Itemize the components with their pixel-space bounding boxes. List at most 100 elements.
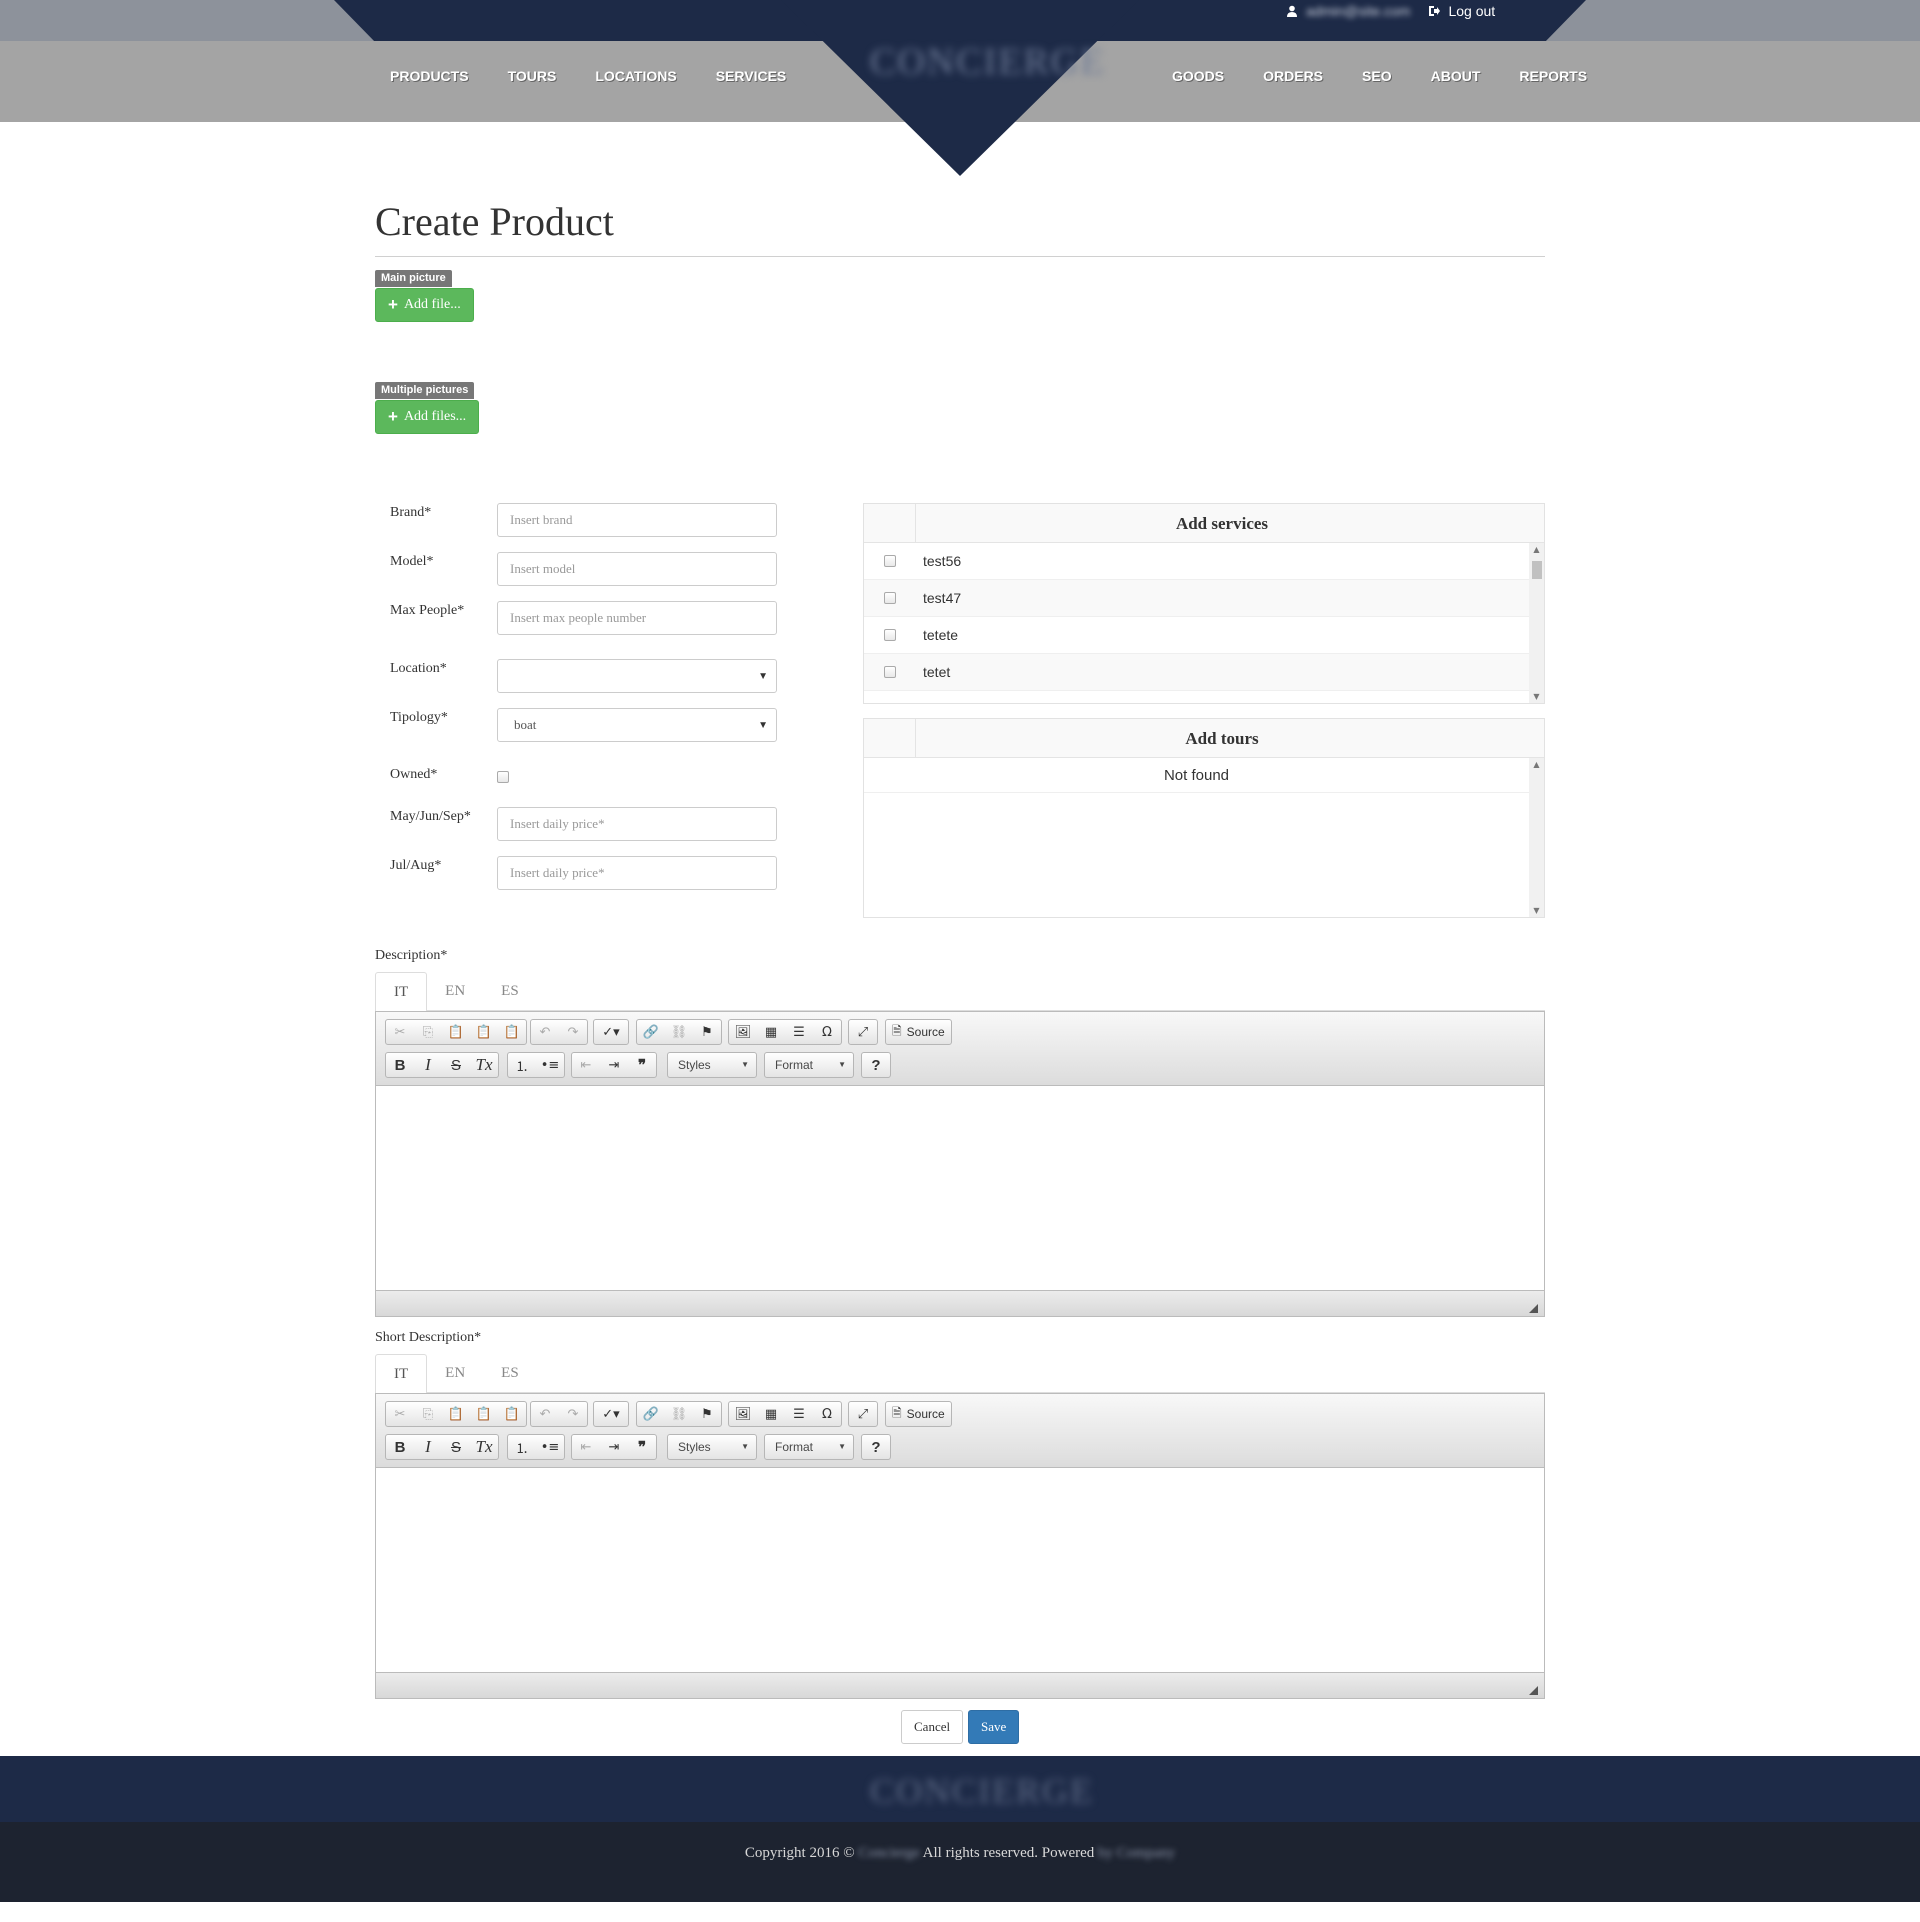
tours-scrollbar[interactable]: ▲ ▼ <box>1529 758 1544 917</box>
italic-icon[interactable]: I <box>414 1435 442 1459</box>
nav-goods[interactable]: GOODS <box>1172 68 1224 84</box>
short-description-text-area[interactable] <box>376 1468 1544 1667</box>
unlink-icon[interactable]: ⛓ <box>665 1020 693 1044</box>
nav-about[interactable]: ABOUT <box>1431 68 1481 84</box>
source-button[interactable]: 🗎 Source <box>885 1019 952 1045</box>
tab-it[interactable]: IT <box>375 972 428 1012</box>
paste-text-icon[interactable]: 📋 <box>470 1402 498 1426</box>
paste-icon[interactable]: 📋 <box>442 1020 470 1044</box>
scroll-up-icon[interactable]: ▲ <box>1529 760 1544 769</box>
scroll-down-icon[interactable]: ▼ <box>1529 692 1544 701</box>
help-icon[interactable]: ? <box>862 1435 890 1459</box>
horizontal-rule-icon[interactable]: ☰ <box>785 1402 813 1426</box>
cut-icon[interactable]: ✂ <box>386 1020 414 1044</box>
undo-icon[interactable]: ↶ <box>531 1020 559 1044</box>
link-icon[interactable]: 🔗 <box>637 1402 665 1426</box>
scroll-thumb[interactable] <box>1532 561 1542 579</box>
image-icon[interactable]: 🖼 <box>729 1402 757 1426</box>
image-icon[interactable]: 🖼 <box>729 1020 757 1044</box>
numbered-list-icon[interactable]: ⒈ <box>508 1435 536 1459</box>
scroll-up-icon[interactable]: ▲ <box>1529 545 1544 554</box>
tab-es[interactable]: ES <box>483 972 537 1011</box>
anchor-flag-icon[interactable]: ⚑ <box>693 1020 721 1044</box>
italic-icon[interactable]: I <box>414 1053 442 1077</box>
redo-icon[interactable]: ↷ <box>559 1020 587 1044</box>
resize-grip-icon[interactable] <box>1529 1686 1538 1695</box>
price-jul-input[interactable] <box>497 856 777 890</box>
nav-reports[interactable]: REPORTS <box>1519 68 1587 84</box>
horizontal-rule-icon[interactable]: ☰ <box>785 1020 813 1044</box>
powered-by-link[interactable]: by Company <box>1098 1845 1175 1861</box>
logout-link[interactable]: Log out <box>1428 3 1495 19</box>
company-name[interactable]: Concierge <box>858 1845 919 1861</box>
source-button[interactable]: 🗎 Source <box>885 1401 952 1427</box>
tab-en[interactable]: EN <box>427 1354 483 1393</box>
spellcheck-icon[interactable]: ✓▾ <box>594 1020 628 1044</box>
cut-icon[interactable]: ✂ <box>386 1402 414 1426</box>
strike-icon[interactable]: S <box>442 1435 470 1459</box>
tab-it[interactable]: IT <box>375 1354 428 1394</box>
service-checkbox[interactable] <box>884 555 896 567</box>
paste-icon[interactable]: 📋 <box>442 1402 470 1426</box>
add-files-button[interactable]: + Add files... <box>375 400 480 434</box>
bold-icon[interactable]: B <box>386 1435 414 1459</box>
special-char-icon[interactable]: Ω <box>813 1020 841 1044</box>
service-checkbox[interactable] <box>884 629 896 641</box>
max-people-input[interactable] <box>497 601 777 635</box>
nav-orders[interactable]: ORDERS <box>1263 68 1323 84</box>
table-icon[interactable]: ▦ <box>757 1020 785 1044</box>
paste-word-icon[interactable]: 📋 <box>498 1020 526 1044</box>
table-icon[interactable]: ▦ <box>757 1402 785 1426</box>
brand-input[interactable] <box>497 503 777 537</box>
service-row[interactable]: tetete <box>864 617 1529 654</box>
save-button[interactable]: Save <box>968 1710 1020 1744</box>
outdent-icon[interactable]: ⇤ <box>572 1435 600 1459</box>
tab-es[interactable]: ES <box>483 1354 537 1393</box>
bulleted-list-icon[interactable]: •≡ <box>536 1435 564 1459</box>
service-checkbox[interactable] <box>884 592 896 604</box>
styles-combo[interactable]: Styles ▼ <box>667 1434 757 1460</box>
description-text-area[interactable] <box>376 1086 1544 1285</box>
anchor-flag-icon[interactable]: ⚑ <box>693 1402 721 1426</box>
model-input[interactable] <box>497 552 777 586</box>
service-checkbox[interactable] <box>884 666 896 678</box>
indent-icon[interactable]: ⇥ <box>600 1053 628 1077</box>
spellcheck-icon[interactable]: ✓▾ <box>594 1402 628 1426</box>
nav-locations[interactable]: LOCATIONS <box>595 68 676 84</box>
bold-icon[interactable]: B <box>386 1053 414 1077</box>
cancel-button[interactable]: Cancel <box>901 1710 964 1744</box>
blockquote-icon[interactable]: ❞ <box>628 1435 656 1459</box>
location-select[interactable]: ▼ <box>497 659 777 693</box>
styles-combo[interactable]: Styles ▼ <box>667 1052 757 1078</box>
nav-tours[interactable]: TOURS <box>508 68 557 84</box>
indent-icon[interactable]: ⇥ <box>600 1435 628 1459</box>
undo-icon[interactable]: ↶ <box>531 1402 559 1426</box>
maximize-icon[interactable]: ⤢ <box>849 1020 877 1044</box>
paste-word-icon[interactable]: 📋 <box>498 1402 526 1426</box>
scroll-down-icon[interactable]: ▼ <box>1529 906 1544 915</box>
link-icon[interactable]: 🔗 <box>637 1020 665 1044</box>
copy-icon[interactable]: ⎘ <box>414 1402 442 1426</box>
outdent-icon[interactable]: ⇤ <box>572 1053 600 1077</box>
remove-format-icon[interactable]: Tx <box>470 1053 498 1077</box>
user-email[interactable]: admin@site.com <box>1306 3 1410 19</box>
tipology-select[interactable]: boat ▼ <box>497 708 777 742</box>
strike-icon[interactable]: S <box>442 1053 470 1077</box>
redo-icon[interactable]: ↷ <box>559 1402 587 1426</box>
format-combo[interactable]: Format ▼ <box>764 1052 854 1078</box>
unlink-icon[interactable]: ⛓ <box>665 1402 693 1426</box>
resize-grip-icon[interactable] <box>1529 1304 1538 1313</box>
service-row[interactable]: test56 <box>864 543 1529 580</box>
maximize-icon[interactable]: ⤢ <box>849 1402 877 1426</box>
format-combo[interactable]: Format ▼ <box>764 1434 854 1460</box>
numbered-list-icon[interactable]: ⒈ <box>508 1053 536 1077</box>
blockquote-icon[interactable]: ❞ <box>628 1053 656 1077</box>
remove-format-icon[interactable]: Tx <box>470 1435 498 1459</box>
nav-services[interactable]: SERVICES <box>716 68 787 84</box>
nav-products[interactable]: PRODUCTS <box>390 68 469 84</box>
site-logo[interactable]: CONCIERGE <box>870 40 1103 86</box>
service-row[interactable]: tetet <box>864 654 1529 691</box>
tab-en[interactable]: EN <box>427 972 483 1011</box>
price-may-input[interactable] <box>497 807 777 841</box>
services-scrollbar[interactable]: ▲ ▼ <box>1529 543 1544 703</box>
